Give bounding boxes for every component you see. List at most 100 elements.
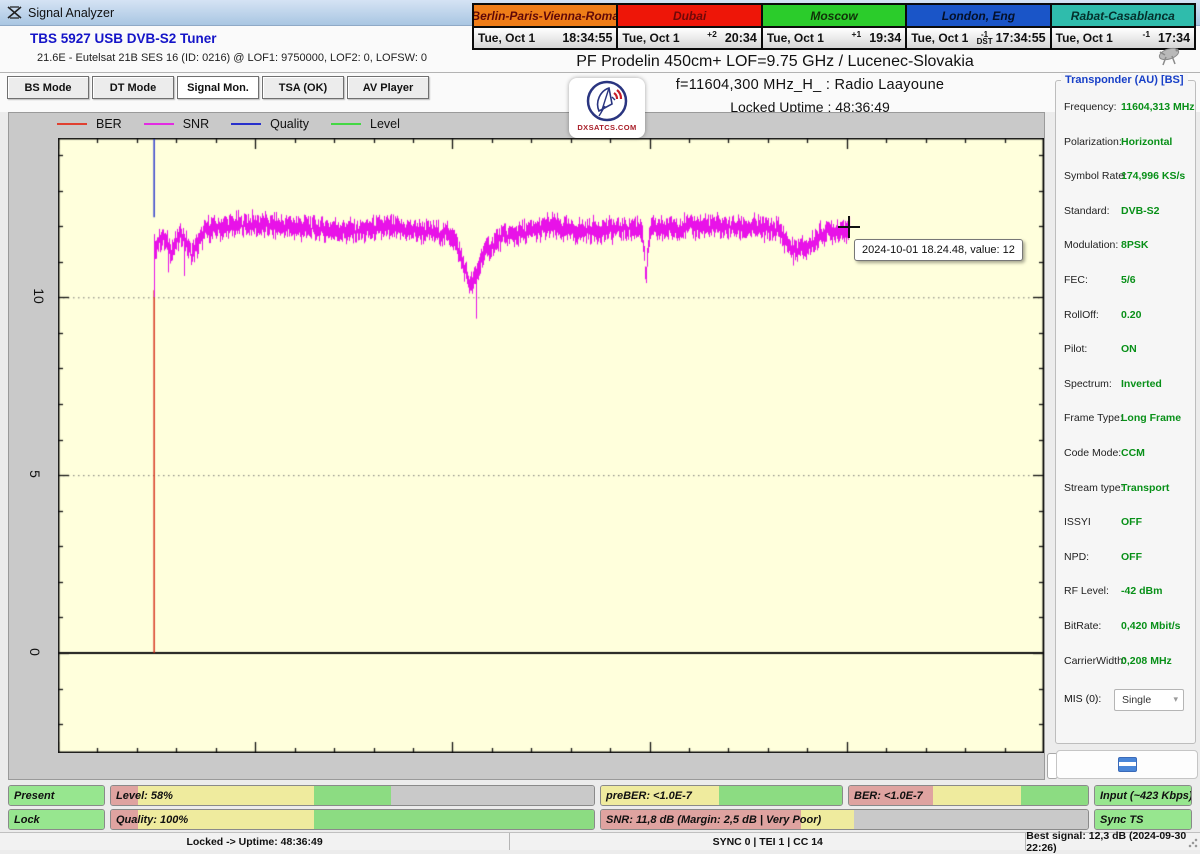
transponder-row-carrierwidth: CarrierWidth:0,208 MHz [1064, 655, 1187, 669]
transponder-row-spectrum: Spectrum: Inverted [1064, 378, 1187, 392]
statusbar: Locked -> Uptime: 48:36:49 SYNC 0 | TEI … [0, 832, 1200, 850]
tab-signal-mon[interactable]: Signal Mon. [177, 76, 259, 99]
mis-row: MIS (0): Single ▾ [1064, 693, 1187, 715]
transponder-row-frequency: Frequency:11604,313 MHz [1064, 101, 1187, 115]
transponder-label: NPD: [1064, 551, 1089, 563]
transponder-row-stream-type: Stream type:Transport [1064, 482, 1187, 496]
transponder-label: Code Mode: [1064, 447, 1121, 459]
meter-preber: preBER: <1.0E-7 [600, 785, 843, 806]
transponder-value: ON [1121, 343, 1137, 355]
transponder-row-issyi: ISSYIOFF [1064, 516, 1187, 530]
legend-label: SNR [183, 117, 209, 131]
meter-fill [111, 786, 594, 805]
meter-present: Present [8, 785, 105, 806]
transponder-row-standard: Standard: DVB-S2 [1064, 205, 1187, 219]
transponder-value: Horizontal [1121, 136, 1172, 148]
legend-swatch-level [331, 123, 361, 125]
statusbar-best-signal: Best signal: 12,3 dB (2024-09-30 22:26) [1025, 833, 1200, 850]
meter-text: Lock [14, 814, 40, 826]
legend-label: Level [370, 117, 400, 131]
dxsatcs-dish-icon [586, 80, 628, 122]
meter-segment-gray [854, 810, 1088, 829]
antenna-location-title: PF Prodelin 450cm+ LOF=9.75 GHz / Lucene… [450, 53, 1100, 71]
transponder-row-frame-type: Frame Type:Long Frame [1064, 412, 1187, 426]
chart-crosshair [848, 216, 850, 238]
transponder-value: Inverted [1121, 378, 1162, 390]
chevron-down-icon: ▾ [1173, 694, 1178, 705]
transponder-label: Polarization: [1064, 136, 1122, 148]
tuner-details: 21.6E - Eutelsat 21B SES 16 (ID: 0216) @… [37, 52, 427, 64]
clock-time-value: 17:34:55 [996, 31, 1046, 45]
tab-av-player[interactable]: AV Player [347, 76, 429, 99]
transponder-label: Symbol Rate: [1064, 170, 1127, 182]
meter-sync-ts: Sync TS [1094, 809, 1192, 830]
legend-label: BER [96, 117, 122, 131]
meter-segment-yellow [933, 786, 1021, 805]
transponder-panel: Transponder (AU) [BS] Frequency:11604,31… [1055, 80, 1196, 744]
chart-legend: BER SNR Quality Level [57, 114, 422, 134]
clock-time: Tue, Oct 1+220:34 [618, 28, 760, 48]
signal-chart-canvas[interactable] [58, 138, 1044, 753]
tab-tsa-ok[interactable]: TSA (OK) [262, 76, 344, 99]
tab-dt-mode[interactable]: DT Mode [92, 76, 174, 99]
mode-tabs: BS ModeDT ModeSignal Mon.TSA (OK)AV Play… [7, 76, 429, 99]
tab-bs-mode[interactable]: BS Mode [7, 76, 89, 99]
transponder-rows: Frequency:11604,313 MHz Polarization:Hori… [1064, 101, 1187, 669]
meter-text: Present [14, 790, 54, 802]
clock-time: Tue, Oct 1+119:34 [763, 28, 905, 48]
transponder-label: ISSYI [1064, 516, 1091, 528]
legend-swatch-snr [144, 123, 174, 125]
clock-time-value: 20:34 [725, 31, 757, 45]
transponder-label: CarrierWidth: [1064, 655, 1126, 667]
transponder-row-rf-level: RF Level:-42 dBm [1064, 585, 1187, 599]
transponder-value: 0,420 Mbit/s [1121, 620, 1181, 632]
status-meters-row-2: LockQuality: 100%SNR: 11,8 dB (Margin: 2… [8, 809, 1192, 830]
clock-date: Tue, Oct 1 [1056, 31, 1113, 45]
mis-select[interactable]: Single ▾ [1114, 689, 1184, 711]
meter-text: Sync TS [1100, 814, 1143, 826]
transponder-label: BitRate: [1064, 620, 1101, 632]
y-axis-label: 0 [27, 648, 43, 656]
clock-utc-offset: -1 [1142, 29, 1150, 39]
dxsatcs-logo: DXSATCS.COM [569, 78, 645, 138]
clock-city-label: Dubai [618, 5, 760, 28]
clock-date: Tue, Oct 1 [911, 31, 968, 45]
meter-segment-green [314, 786, 391, 805]
legend-swatch-ber [57, 123, 87, 125]
mis-label: MIS (0): [1064, 693, 1101, 705]
clock-berlin-paris-vienna-roma: Berlin-Paris-Vienna-RomaTue, Oct 118:34:… [474, 5, 618, 48]
meter-level: Level: 58% [110, 785, 595, 806]
y-axis-label: 5 [27, 470, 43, 478]
transponder-label: Frame Type: [1064, 412, 1123, 424]
clock-city-label: Moscow [763, 5, 905, 28]
clock-rabat-casablanca: Rabat-CasablancaTue, Oct 1-117:34 [1052, 5, 1194, 48]
transponder-row-bitrate: BitRate: 0,420 Mbit/s [1064, 620, 1187, 634]
meter-ber: BER: <1.0E-7 [848, 785, 1089, 806]
transponder-value: Transport [1121, 482, 1169, 494]
save-snapshot-button[interactable] [1056, 750, 1198, 779]
clock-time-value: 19:34 [869, 31, 901, 45]
transponder-value: DVB-S2 [1121, 205, 1160, 217]
clock-time-value: 18:34:55 [562, 31, 612, 45]
transponder-value: 5/6 [1121, 274, 1136, 286]
transponder-row-polarization: Polarization:Horizontal [1064, 136, 1187, 150]
transponder-label: FEC: [1064, 274, 1088, 286]
header-divider [0, 72, 1200, 73]
meter-text: BER: <1.0E-7 [854, 790, 923, 802]
clock-time: Tue, Oct 1-1DST17:34:55 [907, 28, 1049, 48]
legend-item-quality: Quality [231, 117, 309, 131]
transponder-value: 0,208 MHz [1121, 655, 1172, 667]
transponder-value: 174,996 KS/s [1121, 170, 1185, 182]
mis-selected-value: Single [1122, 694, 1151, 706]
legend-item-ber: BER [57, 117, 122, 131]
clock-utc-offset: +2 [707, 29, 717, 39]
transponder-label: Stream type: [1064, 482, 1124, 494]
clock-utc-offset: +1 [852, 29, 862, 39]
transponder-row-modulation: Modulation:8PSK [1064, 239, 1187, 253]
tuner-name: TBS 5927 USB DVB-S2 Tuner [30, 31, 217, 46]
disk-icon [1118, 757, 1137, 772]
transponder-label: Spectrum: [1064, 378, 1112, 390]
meter-text: preBER: <1.0E-7 [606, 790, 692, 802]
resize-grip[interactable] [1188, 838, 1198, 848]
transponder-label: Standard: [1064, 205, 1110, 217]
